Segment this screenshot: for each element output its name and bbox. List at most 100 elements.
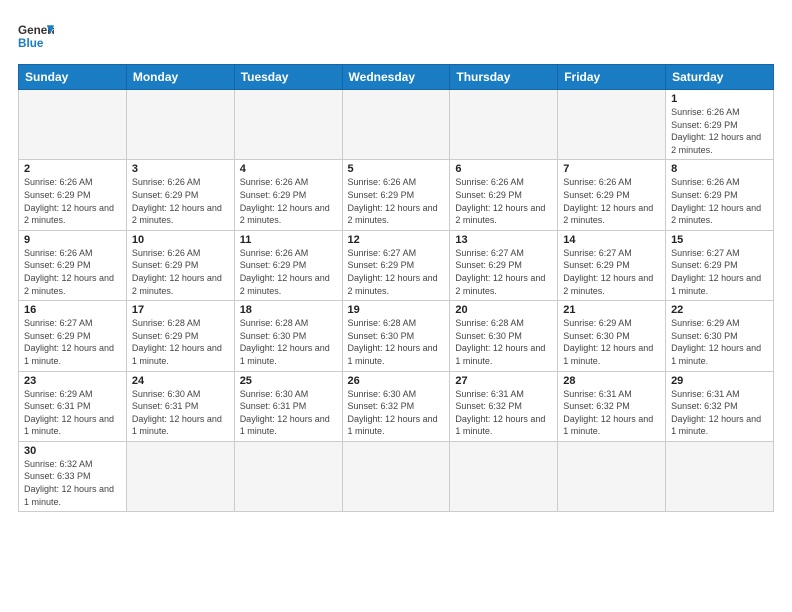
day-info: Sunrise: 6:26 AM Sunset: 6:29 PM Dayligh… (563, 176, 660, 226)
calendar-cell: 29Sunrise: 6:31 AM Sunset: 6:32 PM Dayli… (666, 371, 774, 441)
calendar-cell: 8Sunrise: 6:26 AM Sunset: 6:29 PM Daylig… (666, 160, 774, 230)
day-number: 6 (455, 163, 552, 175)
day-number: 21 (563, 304, 660, 316)
day-info: Sunrise: 6:26 AM Sunset: 6:29 PM Dayligh… (348, 176, 445, 226)
calendar-cell: 3Sunrise: 6:26 AM Sunset: 6:29 PM Daylig… (126, 160, 234, 230)
day-number: 19 (348, 304, 445, 316)
weekday-header-sunday: Sunday (19, 65, 127, 90)
calendar-cell: 17Sunrise: 6:28 AM Sunset: 6:29 PM Dayli… (126, 301, 234, 371)
calendar-cell: 20Sunrise: 6:28 AM Sunset: 6:30 PM Dayli… (450, 301, 558, 371)
day-number: 5 (348, 163, 445, 175)
day-number: 12 (348, 234, 445, 246)
calendar-table: SundayMondayTuesdayWednesdayThursdayFrid… (18, 64, 774, 512)
calendar-cell: 1Sunrise: 6:26 AM Sunset: 6:29 PM Daylig… (666, 90, 774, 160)
day-info: Sunrise: 6:26 AM Sunset: 6:29 PM Dayligh… (24, 247, 121, 297)
day-number: 4 (240, 163, 337, 175)
day-info: Sunrise: 6:26 AM Sunset: 6:29 PM Dayligh… (455, 176, 552, 226)
day-info: Sunrise: 6:32 AM Sunset: 6:33 PM Dayligh… (24, 458, 121, 508)
calendar-cell (558, 441, 666, 511)
day-info: Sunrise: 6:30 AM Sunset: 6:31 PM Dayligh… (132, 388, 229, 438)
day-number: 1 (671, 93, 768, 105)
calendar-cell (342, 90, 450, 160)
calendar-cell: 18Sunrise: 6:28 AM Sunset: 6:30 PM Dayli… (234, 301, 342, 371)
calendar-cell: 11Sunrise: 6:26 AM Sunset: 6:29 PM Dayli… (234, 230, 342, 300)
day-number: 8 (671, 163, 768, 175)
calendar-cell: 10Sunrise: 6:26 AM Sunset: 6:29 PM Dayli… (126, 230, 234, 300)
day-number: 16 (24, 304, 121, 316)
day-number: 14 (563, 234, 660, 246)
day-info: Sunrise: 6:27 AM Sunset: 6:29 PM Dayligh… (455, 247, 552, 297)
weekday-header-wednesday: Wednesday (342, 65, 450, 90)
day-info: Sunrise: 6:26 AM Sunset: 6:29 PM Dayligh… (240, 247, 337, 297)
day-number: 24 (132, 375, 229, 387)
calendar-cell: 12Sunrise: 6:27 AM Sunset: 6:29 PM Dayli… (342, 230, 450, 300)
day-info: Sunrise: 6:30 AM Sunset: 6:31 PM Dayligh… (240, 388, 337, 438)
calendar-cell: 9Sunrise: 6:26 AM Sunset: 6:29 PM Daylig… (19, 230, 127, 300)
day-number: 30 (24, 445, 121, 457)
calendar-cell: 14Sunrise: 6:27 AM Sunset: 6:29 PM Dayli… (558, 230, 666, 300)
day-number: 28 (563, 375, 660, 387)
logo: General Blue (18, 18, 54, 54)
day-info: Sunrise: 6:31 AM Sunset: 6:32 PM Dayligh… (671, 388, 768, 438)
calendar-cell (126, 90, 234, 160)
day-info: Sunrise: 6:26 AM Sunset: 6:29 PM Dayligh… (132, 176, 229, 226)
day-number: 18 (240, 304, 337, 316)
day-info: Sunrise: 6:29 AM Sunset: 6:30 PM Dayligh… (563, 317, 660, 367)
page: General Blue SundayMondayTuesdayWednesda… (0, 0, 792, 522)
calendar-cell (666, 441, 774, 511)
day-info: Sunrise: 6:26 AM Sunset: 6:29 PM Dayligh… (671, 176, 768, 226)
day-number: 23 (24, 375, 121, 387)
svg-text:Blue: Blue (18, 37, 44, 50)
calendar-cell: 2Sunrise: 6:26 AM Sunset: 6:29 PM Daylig… (19, 160, 127, 230)
day-number: 9 (24, 234, 121, 246)
day-info: Sunrise: 6:26 AM Sunset: 6:29 PM Dayligh… (240, 176, 337, 226)
calendar-cell: 7Sunrise: 6:26 AM Sunset: 6:29 PM Daylig… (558, 160, 666, 230)
calendar-cell: 26Sunrise: 6:30 AM Sunset: 6:32 PM Dayli… (342, 371, 450, 441)
day-info: Sunrise: 6:27 AM Sunset: 6:29 PM Dayligh… (348, 247, 445, 297)
day-number: 25 (240, 375, 337, 387)
weekday-header-friday: Friday (558, 65, 666, 90)
weekday-header-tuesday: Tuesday (234, 65, 342, 90)
day-info: Sunrise: 6:29 AM Sunset: 6:31 PM Dayligh… (24, 388, 121, 438)
calendar-cell: 21Sunrise: 6:29 AM Sunset: 6:30 PM Dayli… (558, 301, 666, 371)
day-number: 29 (671, 375, 768, 387)
calendar-cell: 16Sunrise: 6:27 AM Sunset: 6:29 PM Dayli… (19, 301, 127, 371)
day-number: 13 (455, 234, 552, 246)
calendar-cell: 22Sunrise: 6:29 AM Sunset: 6:30 PM Dayli… (666, 301, 774, 371)
day-info: Sunrise: 6:27 AM Sunset: 6:29 PM Dayligh… (671, 247, 768, 297)
calendar-cell (342, 441, 450, 511)
day-info: Sunrise: 6:26 AM Sunset: 6:29 PM Dayligh… (24, 176, 121, 226)
day-info: Sunrise: 6:28 AM Sunset: 6:30 PM Dayligh… (348, 317, 445, 367)
day-number: 2 (24, 163, 121, 175)
day-info: Sunrise: 6:28 AM Sunset: 6:29 PM Dayligh… (132, 317, 229, 367)
calendar-cell (126, 441, 234, 511)
calendar-cell: 13Sunrise: 6:27 AM Sunset: 6:29 PM Dayli… (450, 230, 558, 300)
day-info: Sunrise: 6:31 AM Sunset: 6:32 PM Dayligh… (455, 388, 552, 438)
day-number: 27 (455, 375, 552, 387)
calendar-cell (558, 90, 666, 160)
calendar-cell (450, 90, 558, 160)
calendar-cell (234, 90, 342, 160)
day-info: Sunrise: 6:26 AM Sunset: 6:29 PM Dayligh… (671, 106, 768, 156)
day-info: Sunrise: 6:27 AM Sunset: 6:29 PM Dayligh… (563, 247, 660, 297)
calendar-cell: 23Sunrise: 6:29 AM Sunset: 6:31 PM Dayli… (19, 371, 127, 441)
day-number: 15 (671, 234, 768, 246)
day-number: 10 (132, 234, 229, 246)
calendar-cell: 24Sunrise: 6:30 AM Sunset: 6:31 PM Dayli… (126, 371, 234, 441)
day-info: Sunrise: 6:31 AM Sunset: 6:32 PM Dayligh… (563, 388, 660, 438)
day-info: Sunrise: 6:29 AM Sunset: 6:30 PM Dayligh… (671, 317, 768, 367)
weekday-header-monday: Monday (126, 65, 234, 90)
day-info: Sunrise: 6:28 AM Sunset: 6:30 PM Dayligh… (455, 317, 552, 367)
calendar-cell: 5Sunrise: 6:26 AM Sunset: 6:29 PM Daylig… (342, 160, 450, 230)
day-info: Sunrise: 6:28 AM Sunset: 6:30 PM Dayligh… (240, 317, 337, 367)
day-info: Sunrise: 6:27 AM Sunset: 6:29 PM Dayligh… (24, 317, 121, 367)
calendar-cell: 4Sunrise: 6:26 AM Sunset: 6:29 PM Daylig… (234, 160, 342, 230)
day-number: 11 (240, 234, 337, 246)
header: General Blue (18, 18, 774, 54)
calendar-cell: 6Sunrise: 6:26 AM Sunset: 6:29 PM Daylig… (450, 160, 558, 230)
day-number: 20 (455, 304, 552, 316)
day-number: 3 (132, 163, 229, 175)
day-info: Sunrise: 6:30 AM Sunset: 6:32 PM Dayligh… (348, 388, 445, 438)
calendar-cell: 25Sunrise: 6:30 AM Sunset: 6:31 PM Dayli… (234, 371, 342, 441)
calendar-cell: 19Sunrise: 6:28 AM Sunset: 6:30 PM Dayli… (342, 301, 450, 371)
